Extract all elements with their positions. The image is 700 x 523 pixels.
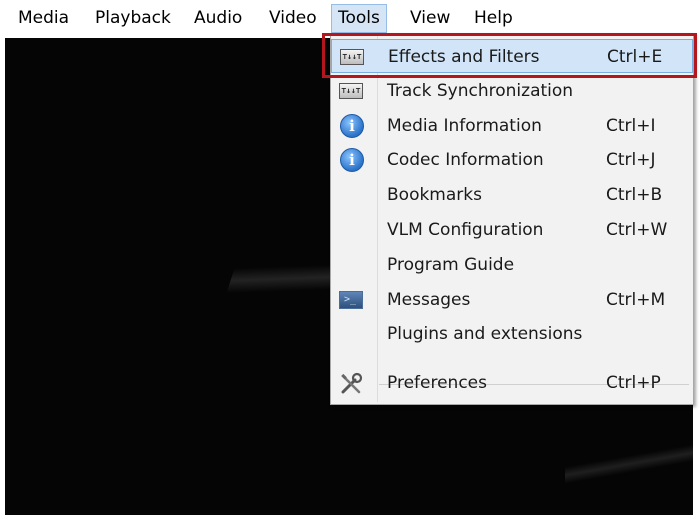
menu-item-vlm-configuration[interactable]: VLM Configuration Ctrl+W [331, 213, 693, 247]
equalizer-icon: ⊤↓↓⊤ [339, 80, 365, 102]
menu-item-label: Program Guide [387, 255, 515, 275]
menu-item-bookmarks[interactable]: Bookmarks Ctrl+B [331, 178, 693, 212]
menu-item-track-synchronization[interactable]: ⊤↓↓⊤ Track Synchronization [331, 74, 693, 108]
menu-item-media-information[interactable]: i Media Information Ctrl+I [331, 109, 693, 143]
menu-item-shortcut: Ctrl+J [606, 150, 656, 170]
menu-item-shortcut: Ctrl+B [606, 185, 663, 205]
menu-playback[interactable]: Playback [89, 4, 177, 33]
menu-item-program-guide[interactable]: Program Guide [331, 248, 693, 282]
menu-item-label: VLM Configuration [387, 220, 544, 240]
menu-item-messages[interactable]: >_ Messages Ctrl+M [331, 283, 693, 317]
menu-item-label: Bookmarks [387, 185, 482, 205]
menu-audio[interactable]: Audio [188, 4, 248, 33]
menu-item-plugins-and-extensions[interactable]: Plugins and extensions [331, 317, 693, 351]
menu-video[interactable]: Video [263, 4, 323, 33]
menu-help[interactable]: Help [468, 4, 519, 33]
menu-item-label: Messages [387, 290, 471, 310]
menu-tools[interactable]: Tools [331, 4, 387, 33]
menu-item-label: Track Synchronization [387, 81, 574, 101]
menu-item-shortcut: Ctrl+I [606, 116, 656, 136]
info-icon: i [339, 148, 365, 172]
menu-item-shortcut: Ctrl+E [607, 47, 663, 67]
menu-item-effects-and-filters[interactable]: ⊤↓↓⊤ Effects and Filters Ctrl+E [331, 39, 693, 73]
menu-item-label: Plugins and extensions [387, 324, 583, 344]
info-icon: i [339, 114, 365, 138]
equalizer-icon: ⊤↓↓⊤ [340, 46, 366, 68]
menu-item-label: Media Information [387, 116, 542, 136]
terminal-icon: >_ [339, 289, 365, 311]
menu-media[interactable]: Media [12, 4, 75, 33]
video-reflection [565, 433, 693, 493]
menu-item-label: Preferences [387, 373, 487, 393]
menubar: Media Playback Audio Video Tools View He… [0, 0, 700, 37]
menu-view[interactable]: View [404, 4, 456, 33]
menu-item-codec-information[interactable]: i Codec Information Ctrl+J [331, 143, 693, 177]
tools-icon [339, 372, 365, 394]
menu-item-label: Effects and Filters [388, 47, 540, 67]
menu-item-shortcut: Ctrl+W [606, 220, 668, 240]
menu-item-label: Codec Information [387, 150, 544, 170]
menu-item-preferences[interactable]: Preferences Ctrl+P [331, 366, 693, 400]
menu-item-shortcut: Ctrl+M [606, 290, 666, 310]
menu-item-shortcut: Ctrl+P [606, 373, 661, 393]
tools-dropdown-menu: ⊤↓↓⊤ Effects and Filters Ctrl+E ⊤↓↓⊤ Tra… [330, 33, 694, 405]
